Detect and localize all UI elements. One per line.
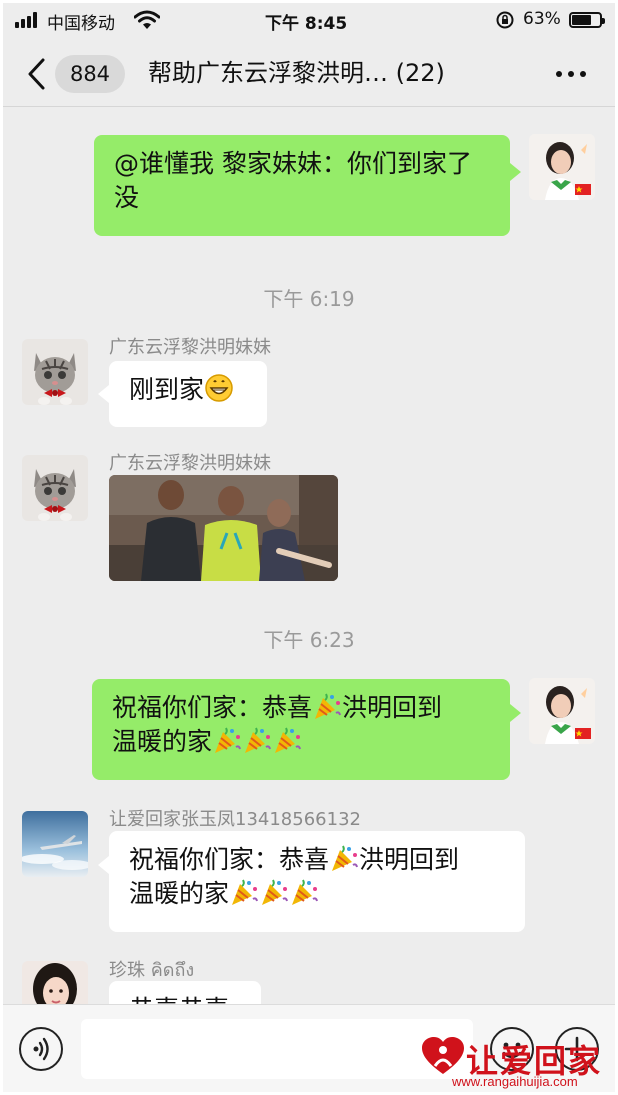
party-popper-emoji [232,879,258,905]
sender-name: 广东云浮黎洪明妹妹 [109,453,271,474]
heart-logo-icon [422,1037,464,1074]
their-message-bubble[interactable]: 祝福你们家：恭喜 洪明回到温暖的家 [109,831,525,932]
chat-screen: 中国移动 下午 8:45 63% 884 帮助广东云浮黎洪明… (22) @谁懂… [3,3,615,1092]
my-avatar[interactable] [529,678,595,744]
nav-bar: 884 帮助广东云浮黎洪明… (22) [3,39,615,107]
watermark: 让爱回家 www.rangaihuijia.com [420,1036,616,1092]
wifi-icon [134,10,160,29]
signal-icon [15,12,43,28]
cat-avatar[interactable] [22,339,88,405]
my-message-bubble[interactable]: 祝福你们家：恭喜 洪明回到温暖的家 [92,679,510,780]
message-text: @谁懂我 黎家妹妹：你们到家了没 [114,149,472,212]
status-bar: 中国移动 下午 8:45 63% [3,3,615,39]
grinning-face-emoji [205,374,233,402]
woman-avatar[interactable] [22,961,88,1004]
sender-name: 让爱回家张玉凤13418566132 [109,809,361,830]
carrier-name: 中国移动 [47,14,115,34]
sender-name: 珍珠 คิดถึง [109,960,195,981]
message-text: 洪明回到 [342,693,443,722]
sender-name: 广东云浮黎洪明妹妹 [109,337,271,358]
party-popper-emoji [315,693,341,719]
my-message-bubble[interactable]: @谁懂我 黎家妹妹：你们到家了没 [94,135,510,236]
back-chevron-icon[interactable] [25,57,49,91]
voice-icon[interactable] [19,1027,63,1071]
their-message-bubble[interactable]: 刚到家 [109,361,267,427]
message-list[interactable]: @谁懂我 黎家妹妹：你们到家了没 下午 6:19 广东云浮黎洪明妹妹 刚到家 广… [3,108,615,1004]
status-time: 下午 8:45 [265,14,348,34]
chat-title[interactable]: 帮助广东云浮黎洪明… (22) [148,55,445,91]
message-text: 祝福你们家：恭喜 [129,845,330,874]
message-text: 刚到家 [129,375,205,404]
message-text: 温暖的家 [129,879,230,908]
party-popper-emoji [262,879,288,905]
message-text: 温暖的家 [112,727,213,756]
party-popper-emoji [245,727,271,753]
sky-avatar[interactable] [22,811,88,877]
cat-avatar[interactable] [22,455,88,521]
unread-count-badge[interactable]: 884 [55,55,125,93]
battery-percent: 63% [523,9,561,29]
message-text: 祝福你们家：恭喜 [112,693,313,722]
message-input[interactable] [81,1019,473,1079]
timestamp: 下午 6:23 [263,628,355,652]
watermark-url: www.rangaihuijia.com [452,1074,578,1089]
timestamp: 下午 6:19 [263,287,355,311]
orientation-lock-icon [496,11,514,29]
battery-icon [569,12,605,28]
shared-photo[interactable] [109,475,338,581]
my-avatar[interactable] [529,134,595,200]
party-popper-emoji [275,727,301,753]
message-text: 洪明回到 [359,845,460,874]
party-popper-emoji [292,879,318,905]
their-message-bubble[interactable]: 恭喜恭喜 [109,981,261,1004]
party-popper-emoji [215,727,241,753]
party-popper-emoji [332,845,358,871]
message-text: 恭喜恭喜 [129,995,229,1004]
more-dots-icon[interactable] [553,59,589,89]
